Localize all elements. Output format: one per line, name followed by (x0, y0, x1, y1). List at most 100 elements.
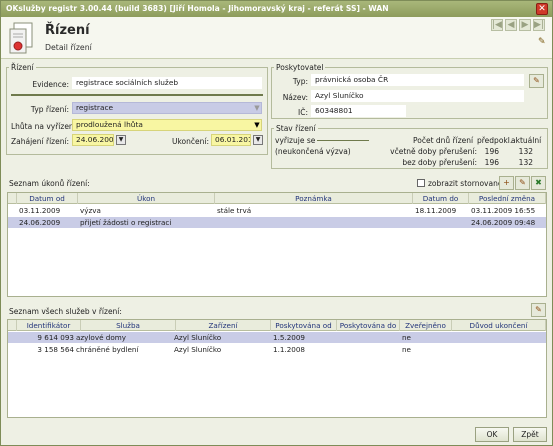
lhuta-label: Lhůta na vyřízení: (11, 122, 79, 131)
chevron-down-icon[interactable]: ▼ (252, 102, 262, 114)
poskytovatel-typ-field: právnická osoba ČR (311, 74, 524, 86)
evidence-label: Evidence: (32, 80, 69, 89)
cell-sluzba: azylové domy (76, 333, 127, 342)
cell-ukon: přijetí žádosti o registraci (80, 218, 172, 227)
cell-datum-do: 18.11.2009 (415, 206, 457, 215)
col-identifikator[interactable]: Identifikátor (17, 320, 81, 331)
pocet-dnu-label: Počet dnů řízení (413, 136, 474, 145)
cell-poznamka (215, 217, 413, 228)
first-icon[interactable]: |◀ (491, 19, 503, 31)
stornovane-checkbox[interactable] (417, 179, 425, 187)
cell-poskytovana-od: 1.1.2008 (273, 345, 306, 354)
evidence-field[interactable]: registrace sociálních služeb (72, 77, 262, 89)
poskytovatel-typ-label: Typ: (292, 77, 308, 86)
sluzby-table: Identifikátor Služba Zařízení Poskytován… (7, 319, 547, 418)
ok-button[interactable]: OK (475, 427, 509, 442)
cell-poskytovana-do (337, 344, 400, 355)
cell-posledni-zmena: 03.11.2009 16:55 (471, 206, 536, 215)
predpokl-label: předpokl. (477, 136, 513, 145)
col-posledni-zmena[interactable]: Poslední změna (469, 193, 546, 204)
edit-ukon-icon[interactable]: ✎ (515, 176, 530, 190)
poskytovatel-ic-field: 60348801 (311, 105, 406, 117)
col-poznamka[interactable]: Poznámka (215, 193, 413, 204)
table-row[interactable]: 9 614 093 azylové domy Azyl Sluníčko 1.5… (8, 332, 546, 343)
bez-predpokl: 196 (484, 158, 499, 167)
vcetne-label: včetně doby přerušení: (390, 147, 477, 156)
col-datum-do[interactable]: Datum do (413, 193, 469, 204)
col-zverejneno[interactable]: Zveřejněno (400, 320, 452, 331)
page-subtitle: Detail řízení (45, 43, 92, 52)
stav-line (317, 140, 369, 141)
ukonceni-date-field[interactable]: 06.01.2010 (211, 134, 251, 146)
stav-neukoncena: (neukončená výzva) (275, 147, 351, 156)
cell-zarizeni: Azyl Sluníčko (174, 345, 222, 354)
cell-poskytovana-od: 1.5.2009 (273, 333, 306, 342)
cell-duvod-ukonceni (452, 344, 546, 355)
poskytovatel-nazev-label: Název: (282, 93, 308, 102)
cell-zverejneno: ne (402, 333, 411, 342)
cell-zarizeni: Azyl Sluníčko (174, 333, 222, 342)
table-row[interactable]: 03.11.2009 výzva stále trvá 18.11.2009 0… (8, 205, 546, 216)
rizeni-legend: Řízení (11, 63, 34, 72)
poskytovatel-legend: Poskytovatel (276, 63, 324, 72)
page-title: Řízení (45, 23, 90, 38)
document-icon (9, 22, 33, 54)
cell-datum-od: 24.06.2009 (19, 218, 61, 227)
calendar-dropdown-icon[interactable]: ▼ (253, 135, 263, 145)
row-indicator-header (8, 193, 17, 204)
typ-rizeni-label: Typ řízení: (30, 105, 69, 114)
col-duvod-ukonceni[interactable]: Důvod ukončení (452, 320, 546, 331)
chevron-down-icon[interactable]: ▼ (252, 119, 262, 131)
col-zarizeni[interactable]: Zařízení (176, 320, 271, 331)
col-sluzba[interactable]: Služba (81, 320, 176, 331)
prev-icon[interactable]: ◀ (505, 19, 517, 31)
stav-legend: Stav řízení (276, 124, 316, 133)
ukonceni-label: Ukončení: (171, 137, 209, 146)
stornovane-label: zobrazit stornované (428, 179, 503, 188)
col-datum-od[interactable]: Datum od (17, 193, 78, 204)
zahajeni-label: Zahájení řízení: (11, 137, 70, 146)
header-panel: Řízení Detail řízení |◀ ◀ ▶ ▶| (1, 17, 552, 59)
bez-aktualni: 132 (518, 158, 533, 167)
cell-duvod-ukonceni (452, 332, 546, 343)
last-icon[interactable]: ▶| (533, 19, 545, 31)
col-poskytovana-do[interactable]: Poskytována do (337, 320, 400, 331)
open-provider-icon[interactable]: ✎ (529, 74, 544, 88)
poskytovatel-ic-label: IČ: (298, 108, 308, 117)
cell-ukon: výzva (80, 206, 101, 215)
zahajeni-date-field[interactable]: 24.06.2009 (72, 134, 114, 146)
calendar-dropdown-icon[interactable]: ▼ (116, 135, 126, 145)
back-button[interactable]: Zpět (513, 427, 547, 442)
window-title: OKslužby registr 3.00.44 (build 3683) [J… (6, 4, 389, 13)
typ-rizeni-select[interactable]: registrace (72, 102, 262, 114)
sluzby-header-row: Identifikátor Služba Zařízení Poskytován… (8, 320, 546, 331)
open-service-icon[interactable]: ✎ (531, 303, 546, 317)
vcetne-predpokl: 196 (484, 147, 499, 156)
cell-zverejneno: ne (402, 345, 411, 354)
cell-identifikator: 3 158 564 (37, 345, 74, 354)
cell-datum-od: 03.11.2009 (19, 206, 61, 215)
lhuta-select[interactable]: prodloužená lhůta (72, 119, 262, 131)
col-ukon[interactable]: Úkon (78, 193, 215, 204)
cell-datum-do (413, 217, 469, 228)
poskytovatel-nazev-field: Azyl Sluníčko (311, 90, 524, 102)
table-row[interactable]: 24.06.2009 přijetí žádosti o registraci … (8, 217, 546, 228)
close-icon[interactable]: ✕ (536, 3, 548, 15)
add-ukon-icon[interactable]: + (499, 176, 514, 190)
cell-sluzba: chráněné bydlení (76, 345, 139, 354)
bez-label: bez doby přerušení: (402, 158, 477, 167)
table-row[interactable]: 3 158 564 chráněné bydlení Azyl Sluníčko… (8, 344, 546, 355)
next-icon[interactable]: ▶ (519, 19, 531, 31)
divider (11, 94, 263, 96)
ukony-header-row: Datum od Úkon Poznámka Datum do Poslední… (8, 193, 546, 204)
aktualni-label: aktuální (511, 136, 542, 145)
cell-posledni-zmena: 24.06.2009 09:48 (471, 218, 536, 227)
col-poskytovana-od[interactable]: Poskytována od (271, 320, 337, 331)
wrench-icon[interactable]: ✎ (538, 37, 548, 47)
cell-identifikator: 9 614 093 (37, 333, 74, 342)
dialog-window: OKslužby registr 3.00.44 (build 3683) [J… (0, 0, 553, 446)
stav-vyrizuje: vyřizuje se (275, 136, 316, 145)
delete-ukon-icon[interactable]: ✖ (531, 176, 546, 190)
ukony-title: Seznam úkonů řízení: (9, 179, 90, 188)
cell-poskytovana-do (337, 332, 400, 343)
